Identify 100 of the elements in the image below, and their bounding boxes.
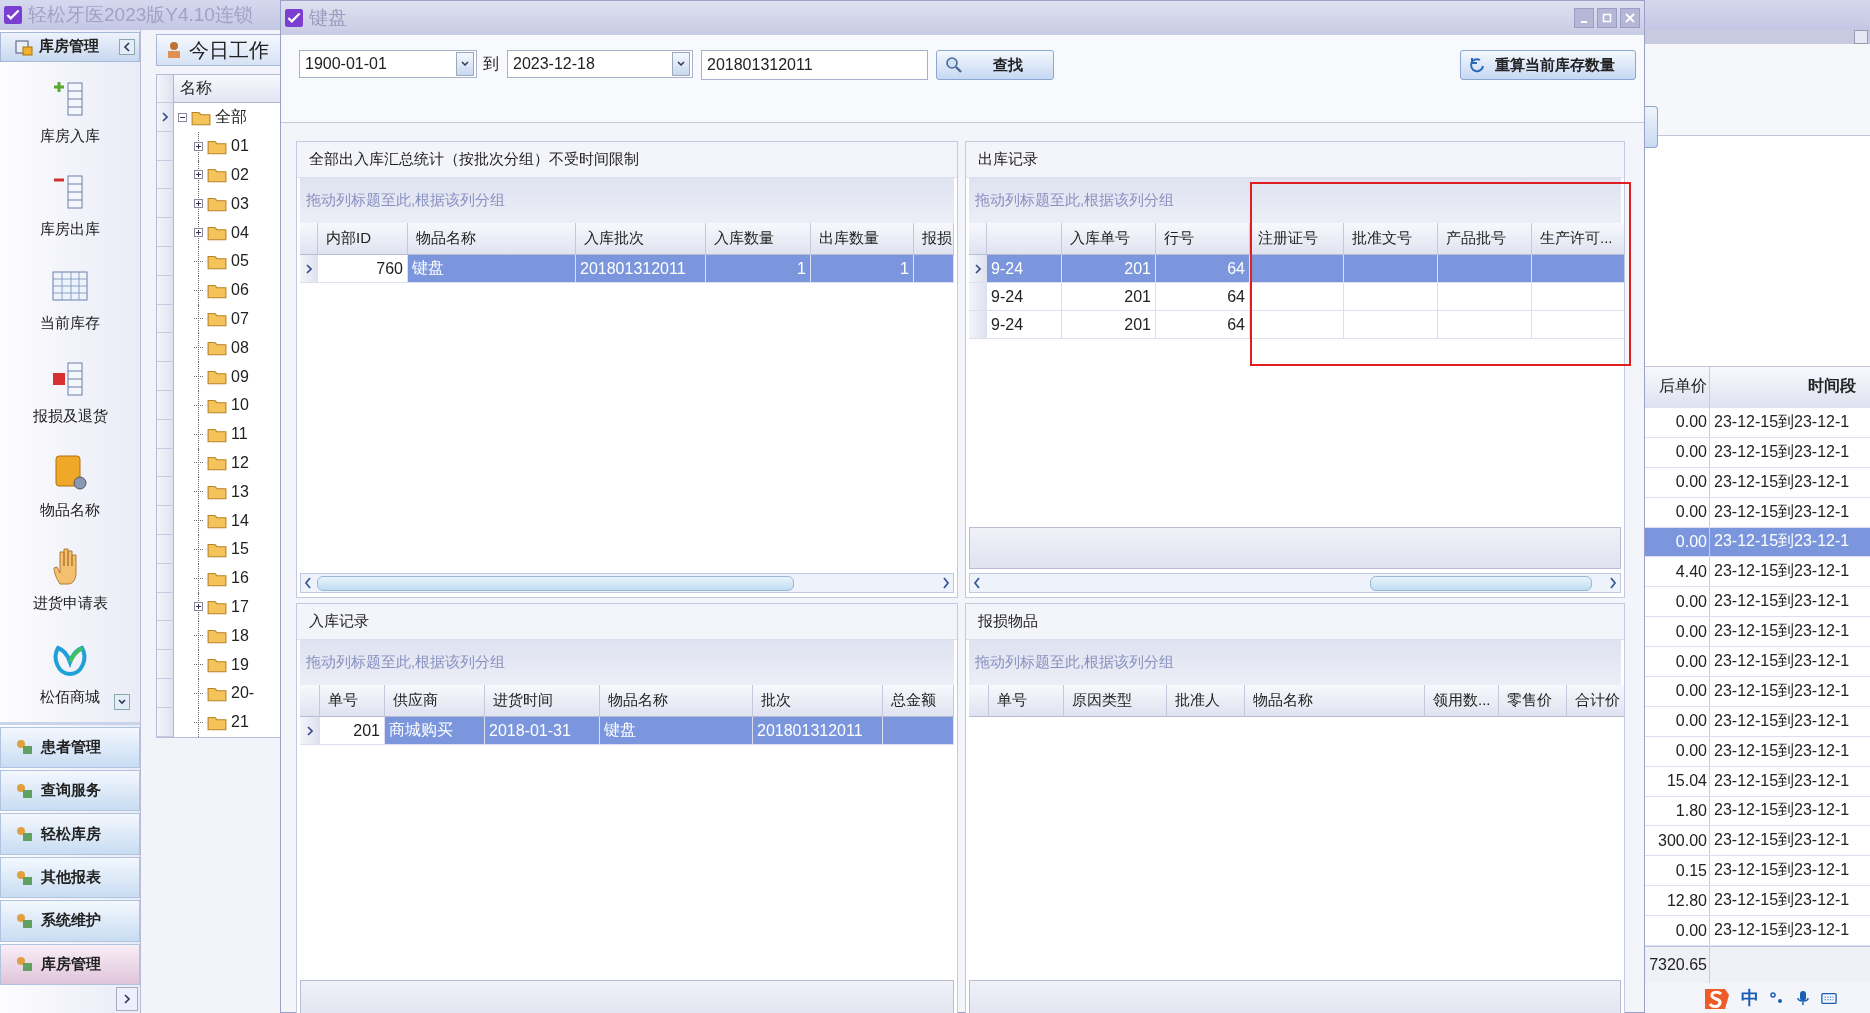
nav-bar-button[interactable]: 系统维护 xyxy=(0,900,140,942)
row-header[interactable] xyxy=(157,160,174,190)
tree-item[interactable]: 21 xyxy=(231,713,249,732)
column-header[interactable]: 生产许可... xyxy=(1532,223,1624,255)
tree-item[interactable]: 17 xyxy=(231,597,249,616)
column-header[interactable]: 供应商 xyxy=(385,685,485,717)
dropdown-button[interactable] xyxy=(456,52,474,76)
column-header[interactable] xyxy=(987,223,1062,255)
sidebar-item[interactable]: 库房出库 xyxy=(0,159,140,253)
row-header[interactable] xyxy=(157,477,174,507)
nav-bar-button[interactable]: 轻松库房 xyxy=(0,813,140,855)
row-header[interactable] xyxy=(157,131,174,161)
nav-bar-button[interactable]: 库房管理 xyxy=(0,943,140,986)
horizontal-scrollbar[interactable] xyxy=(969,573,1621,593)
nav-bar-button[interactable]: 其他报表 xyxy=(0,856,140,899)
horizontal-scrollbar[interactable] xyxy=(300,573,954,593)
tree-item[interactable]: 全部 xyxy=(215,106,247,128)
column-header[interactable]: 批次 xyxy=(753,685,883,717)
tree-item[interactable]: 05 xyxy=(231,252,249,271)
sidebar-item[interactable]: 松佰商城 xyxy=(0,626,140,721)
column-header[interactable]: 进货时间 xyxy=(485,685,600,717)
keyboard-icon[interactable] xyxy=(1821,990,1837,1006)
column-header[interactable]: 时间段 xyxy=(1710,366,1870,407)
column-header[interactable]: 物品名称 xyxy=(600,685,753,717)
row-header[interactable] xyxy=(157,678,174,708)
column-header[interactable]: 入库数量 xyxy=(706,223,811,255)
next-button[interactable] xyxy=(116,987,138,1012)
row-header[interactable] xyxy=(157,534,174,564)
row-header[interactable] xyxy=(157,419,174,449)
row-header[interactable] xyxy=(157,247,174,276)
sidebar-header[interactable]: 库房管理 xyxy=(0,32,140,62)
expand-button[interactable] xyxy=(114,694,130,711)
expand-box-icon[interactable] xyxy=(194,228,203,238)
row-header[interactable] xyxy=(157,189,174,219)
close-button[interactable] xyxy=(1620,8,1640,28)
batch-input-field[interactable]: 201801312011 xyxy=(701,50,928,80)
column-header[interactable]: 单号 xyxy=(989,685,1064,717)
tree-item[interactable]: 09 xyxy=(231,367,249,386)
scroll-left-icon[interactable] xyxy=(973,577,981,589)
tree-item[interactable]: 11 xyxy=(231,425,248,444)
minimize-button[interactable] xyxy=(1854,30,1868,44)
row-header[interactable] xyxy=(300,717,320,745)
sidebar-item[interactable]: 库房入库 xyxy=(0,65,140,160)
row-header[interactable] xyxy=(157,275,174,305)
row-header[interactable] xyxy=(157,506,174,535)
tree-item[interactable]: 15 xyxy=(231,540,249,559)
expand-box-icon[interactable] xyxy=(194,602,203,612)
column-header[interactable]: 总金额 xyxy=(883,685,954,717)
scroll-right-icon[interactable] xyxy=(942,577,950,589)
scroll-thumb[interactable] xyxy=(317,576,794,591)
toolbar-button[interactable] xyxy=(1645,106,1658,148)
expand-box-icon[interactable] xyxy=(194,141,203,151)
scroll-thumb[interactable] xyxy=(1370,576,1592,591)
column-header[interactable]: 报损 xyxy=(914,223,954,255)
input-mode-indicator[interactable]: 中 xyxy=(1741,986,1759,1010)
maximize-button[interactable] xyxy=(1597,8,1617,28)
recalculate-button[interactable]: 重算当前库存数量 xyxy=(1460,50,1636,80)
column-header[interactable]: 批准文号 xyxy=(1344,223,1438,255)
punctuation-icon[interactable] xyxy=(1769,990,1785,1006)
sidebar-item[interactable]: 物品名称 xyxy=(0,439,140,534)
column-header[interactable]: 行号 xyxy=(1156,223,1250,255)
dropdown-button[interactable] xyxy=(672,52,690,76)
collapse-box-icon[interactable] xyxy=(178,112,187,122)
column-header[interactable]: 批准人 xyxy=(1167,685,1245,717)
minimize-button[interactable] xyxy=(1574,8,1594,28)
tree-item[interactable]: 20- xyxy=(231,684,255,703)
row-header[interactable] xyxy=(157,650,174,679)
date-from-field[interactable]: 1900-01-01 xyxy=(299,50,477,78)
column-header[interactable]: 内部ID xyxy=(318,223,408,255)
column-header[interactable]: 零售价 xyxy=(1499,685,1567,717)
tree-item[interactable]: 13 xyxy=(231,482,249,501)
microphone-icon[interactable] xyxy=(1795,990,1811,1006)
expand-box-icon[interactable] xyxy=(194,199,203,209)
tree-item[interactable]: 02 xyxy=(231,166,249,184)
tree-item[interactable]: 16 xyxy=(231,569,249,588)
column-header[interactable]: 入库批次 xyxy=(576,223,706,255)
scroll-right-icon[interactable] xyxy=(1609,577,1617,589)
column-header[interactable]: 产品批号 xyxy=(1438,223,1532,255)
sidebar-item[interactable]: 当前库存 xyxy=(0,252,140,347)
scroll-left-icon[interactable] xyxy=(304,577,312,589)
row-header[interactable] xyxy=(157,563,174,593)
tree-item[interactable]: 06 xyxy=(231,281,249,300)
tree-item[interactable]: 12 xyxy=(231,453,249,472)
column-header[interactable]: 入库单号 xyxy=(1062,223,1156,255)
tree-item[interactable]: 18 xyxy=(231,626,249,645)
expand-box-icon[interactable] xyxy=(194,170,203,180)
column-header[interactable]: 物品名称 xyxy=(408,223,576,255)
row-header[interactable] xyxy=(157,304,174,334)
column-header[interactable]: 物品名称 xyxy=(1245,685,1425,717)
tree-item[interactable]: 10 xyxy=(231,396,249,415)
row-header[interactable] xyxy=(157,707,174,737)
column-header[interactable]: 单号 xyxy=(320,685,385,717)
row-header[interactable] xyxy=(157,621,174,651)
row-header[interactable] xyxy=(157,390,174,420)
row-header[interactable] xyxy=(157,448,174,478)
collapse-button[interactable] xyxy=(119,38,135,55)
column-header[interactable]: 出库数量 xyxy=(811,223,914,255)
tree-item[interactable]: 14 xyxy=(231,511,249,530)
sidebar-item[interactable]: 进货申请表 xyxy=(0,533,140,627)
tree-item[interactable]: 08 xyxy=(231,338,249,357)
